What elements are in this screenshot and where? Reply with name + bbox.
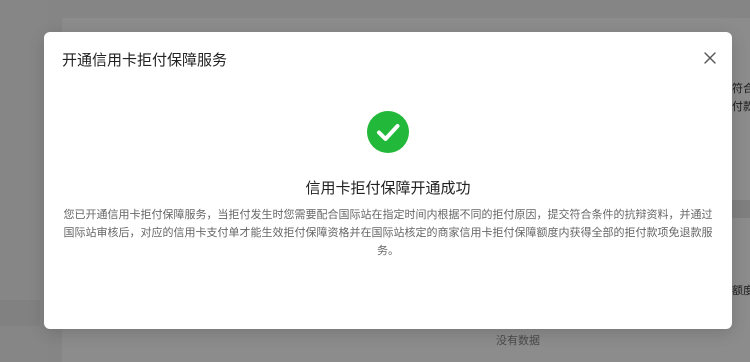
close-button[interactable] (700, 48, 720, 68)
result-title: 信用卡拒付保障开通成功 (305, 179, 471, 197)
screen: 符合 付款项 额度 没有数据 开通信用卡拒付保障服务 信用卡拒付保障开通成功 您… (0, 0, 750, 362)
success-dialog: 开通信用卡拒付保障服务 信用卡拒付保障开通成功 您已开通信用卡拒付保障服务，当拒… (44, 32, 732, 329)
result-description: 您已开通信用卡拒付保障服务，当拒付发生时您需要配合国际站在指定时间内根据不同的拒… (63, 208, 713, 257)
check-circle-icon (367, 111, 409, 153)
dialog-title: 开通信用卡拒付保障服务 (62, 51, 228, 69)
close-icon (704, 52, 716, 64)
